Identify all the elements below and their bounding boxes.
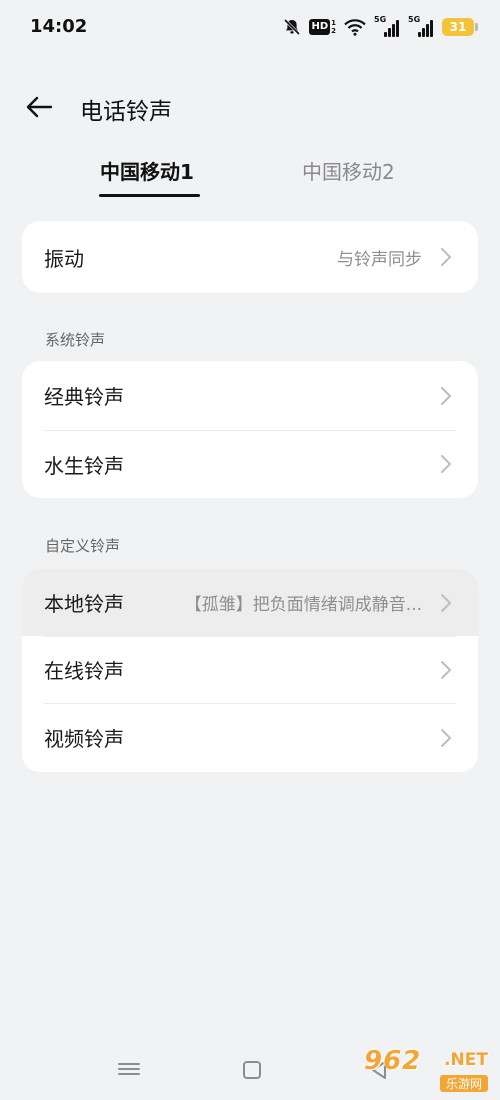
vibration-label: 振动 — [44, 246, 84, 271]
bell-off-icon — [283, 18, 301, 36]
list-item-water-ringtones[interactable]: 水生铃声 — [22, 430, 478, 498]
tab-sim1[interactable]: 中国移动1 — [100, 156, 194, 185]
list-item-online-ringtone[interactable]: 在线铃声 — [22, 636, 478, 703]
watermark-main: 962 — [364, 1046, 422, 1076]
vibration-value: 与铃声同步 — [337, 249, 422, 270]
chevron-right-icon — [436, 593, 456, 613]
list-item-local-ringtone[interactable]: 本地铃声 【孤雏】把负面情绪调成静音... — [22, 569, 478, 636]
list-item-video-ringtone[interactable]: 视频铃声 — [22, 703, 478, 772]
hd-sub-label: 1 2 — [331, 19, 336, 35]
arrow-left-icon — [26, 96, 53, 118]
sim-tabs: 中国移动1 中国移动2 — [0, 150, 500, 200]
vibration-card: 振动 与铃声同步 — [22, 221, 478, 293]
hd-label: HD — [309, 19, 331, 35]
recent-apps-button[interactable] — [118, 1060, 140, 1080]
list-item-classic-ringtones[interactable]: 经典铃声 — [22, 361, 478, 430]
page-title: 电话铃声 — [80, 99, 172, 125]
chevron-right-icon — [436, 660, 456, 680]
custom-ringtones-card: 本地铃声 【孤雏】把负面情绪调成静音... 在线铃声 视频铃声 — [22, 569, 478, 772]
signal-icon: 5G — [408, 15, 434, 37]
watermark-sub: 乐游网 — [439, 1075, 488, 1092]
wifi-icon — [344, 18, 366, 36]
list-item-label: 视频铃声 — [44, 727, 124, 751]
watermark-logo: 962 .NET 乐游网 — [364, 1046, 492, 1092]
list-item-label: 经典铃声 — [44, 385, 124, 409]
watermark-net: .NET — [444, 1050, 488, 1070]
chevron-right-icon — [436, 247, 456, 267]
hd-icon: HD 1 2 — [309, 19, 336, 35]
list-item-label: 在线铃声 — [44, 659, 124, 683]
chevron-right-icon — [436, 386, 456, 406]
vibration-row[interactable]: 振动 与铃声同步 — [22, 221, 478, 293]
battery-icon: 31 — [442, 18, 478, 36]
system-ringtones-card: 经典铃声 水生铃声 — [22, 361, 478, 498]
section-title-system: 系统铃声 — [45, 331, 106, 349]
list-item-label: 水生铃声 — [44, 453, 124, 478]
chevron-right-icon — [436, 454, 456, 474]
section-title-custom: 自定义铃声 — [45, 537, 121, 555]
signal-icon: 5G — [374, 15, 400, 37]
sim1-network-label: 5G — [374, 15, 387, 24]
back-button[interactable] — [22, 90, 56, 124]
local-ringtone-value: 【孤雏】把负面情绪调成静音... — [184, 595, 422, 615]
sim2-network-label: 5G — [408, 15, 421, 24]
chevron-right-icon — [436, 728, 456, 748]
active-tab-indicator — [99, 194, 200, 197]
phone-ringtone-settings-screen: 14:02 HD 1 2 5G 5G 31 电话铃声 中国移动1 中国移动2 振… — [0, 0, 500, 1100]
tab-sim2[interactable]: 中国移动2 — [302, 156, 395, 185]
status-icons: HD 1 2 5G 5G 31 — [283, 15, 478, 39]
list-item-label: 本地铃声 — [44, 592, 124, 616]
home-button[interactable] — [243, 1061, 261, 1079]
status-bar: 14:02 HD 1 2 5G 5G 31 — [0, 0, 500, 56]
status-time: 14:02 — [30, 16, 88, 37]
